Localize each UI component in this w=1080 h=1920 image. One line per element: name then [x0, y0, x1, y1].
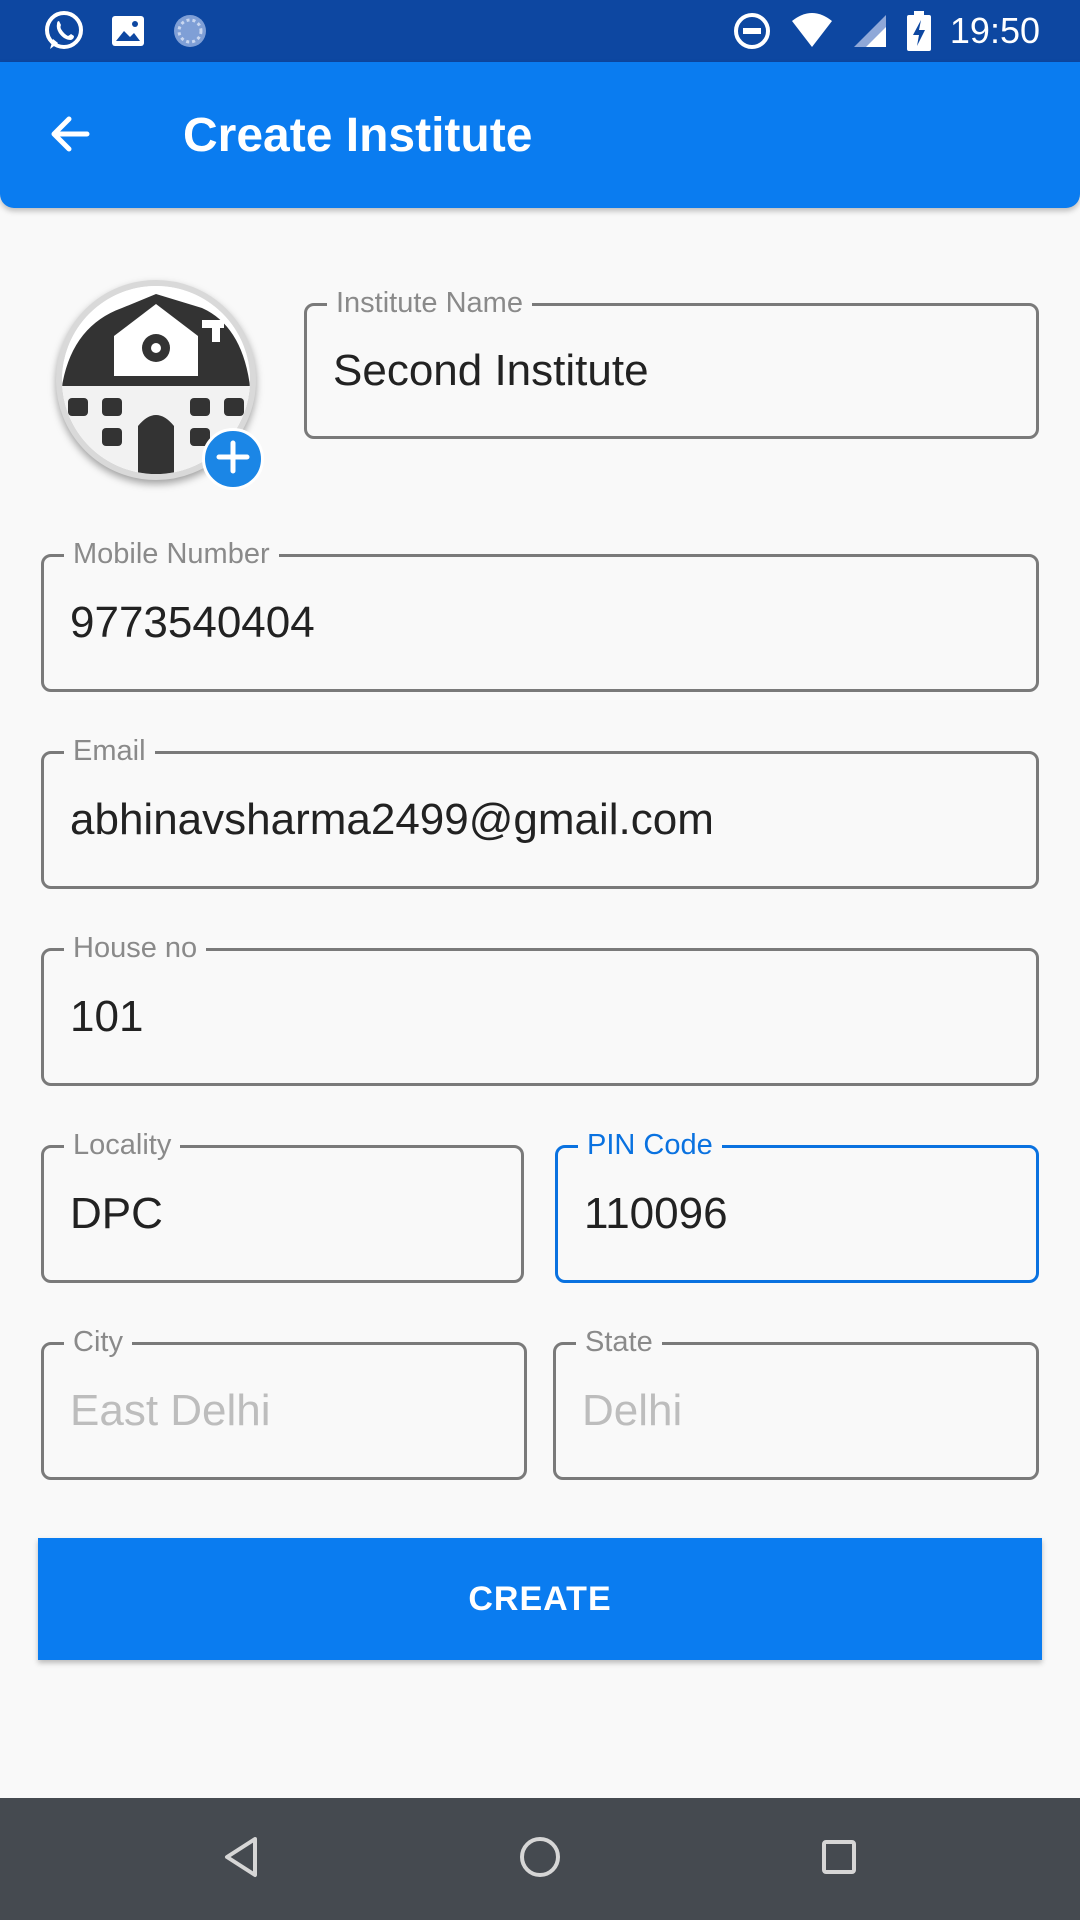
city-input[interactable]: East Delhi [70, 1345, 504, 1477]
status-bar: 19:50 [0, 0, 1080, 62]
nav-recents-button[interactable] [808, 1828, 870, 1890]
pin-code-input[interactable]: 110096 [584, 1148, 1016, 1280]
nav-back-button[interactable] [210, 1828, 272, 1890]
mobile-number-input[interactable]: 9773540404 [70, 557, 1016, 689]
arrow-back-icon [47, 110, 95, 163]
state-field[interactable]: State Delhi [553, 1325, 1039, 1480]
back-triangle-icon [219, 1833, 263, 1886]
app-bar: Create Institute [0, 62, 1080, 208]
email-input[interactable]: abhinavsharma2499@gmail.com [70, 754, 1016, 886]
home-circle-icon [516, 1833, 564, 1886]
signal-icon [852, 13, 888, 49]
battery-charging-icon [906, 10, 932, 52]
page-title: Create Institute [183, 109, 533, 162]
institute-name-input[interactable]: Second Institute [333, 306, 1016, 436]
back-button[interactable] [40, 105, 102, 167]
nav-home-button[interactable] [509, 1828, 571, 1890]
whatsapp-icon [42, 9, 86, 53]
institute-name-field[interactable]: Institute Name Second Institute [304, 286, 1039, 439]
mobile-number-field[interactable]: Mobile Number 9773540404 [41, 537, 1039, 692]
status-bar-left [42, 8, 210, 54]
add-photo-button[interactable] [202, 428, 264, 490]
house-no-input[interactable]: 101 [70, 951, 1016, 1083]
status-bar-right: 19:50 [732, 8, 1040, 54]
city-field[interactable]: City East Delhi [41, 1325, 527, 1480]
institute-logo[interactable] [56, 280, 268, 492]
state-input[interactable]: Delhi [582, 1345, 1016, 1477]
locality-field[interactable]: Locality DPC [41, 1128, 524, 1283]
recents-square-icon [817, 1835, 861, 1884]
pin-code-field[interactable]: PIN Code 110096 [555, 1128, 1039, 1283]
locality-input[interactable]: DPC [70, 1148, 501, 1280]
gallery-icon [108, 11, 148, 51]
add-circle-icon [213, 437, 253, 482]
house-no-field[interactable]: House no 101 [41, 931, 1039, 1086]
navigation-bar [0, 1798, 1080, 1920]
status-time: 19:50 [949, 10, 1040, 51]
do-not-disturb-icon [732, 11, 772, 51]
email-field[interactable]: Email abhinavsharma2499@gmail.com [41, 734, 1039, 889]
create-button[interactable]: CREATE [38, 1538, 1042, 1660]
app-icon [170, 11, 210, 51]
wifi-icon [790, 11, 834, 51]
